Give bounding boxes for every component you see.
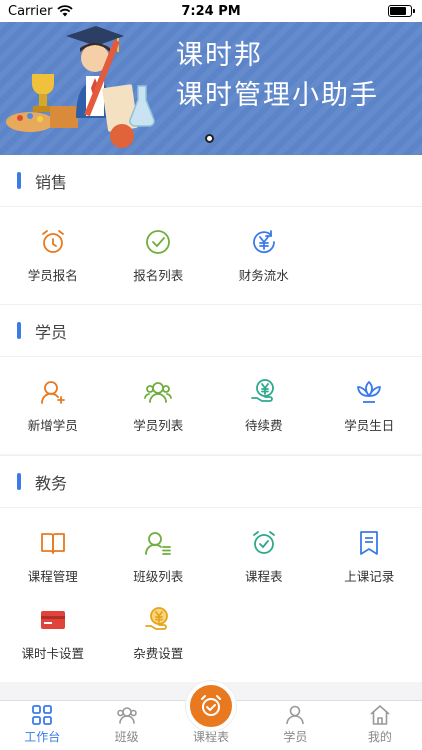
menu-item-course-management[interactable]: 课程管理 xyxy=(0,518,106,595)
alarm-clock-plus-icon xyxy=(41,229,64,253)
menu-item-student-enroll[interactable]: 学员报名 xyxy=(0,217,106,294)
bottom-tab-bar: 工作台 班级 课程表 学员 我的 xyxy=(0,681,422,750)
section-students: 学员 新增学员 学员列表 待续费 学员生日 xyxy=(0,304,422,454)
wifi-icon xyxy=(57,5,74,17)
menu-item-class-card-settings[interactable]: 课时卡设置 xyxy=(0,595,106,672)
alarm-clock-check-icon xyxy=(252,530,275,554)
menu-item-label: 待续费 xyxy=(244,417,283,433)
status-time: 7:24 PM xyxy=(181,3,241,19)
bookmark-icon xyxy=(360,530,379,555)
tab-classes[interactable]: 班级 xyxy=(84,701,168,750)
menu-item-label: 学员生日 xyxy=(344,417,395,433)
banner-subtitle: 课时管理小助手 xyxy=(176,80,379,111)
menu-item-label: 新增学员 xyxy=(27,417,78,433)
menu-item-label: 报名列表 xyxy=(133,267,184,283)
home-icon xyxy=(370,705,390,725)
menu-item-misc-fee-settings[interactable]: 杂费设置 xyxy=(106,595,212,672)
menu-item-enroll-list[interactable]: 报名列表 xyxy=(106,217,212,294)
section-sales: 销售 学员报名 报名列表 财务流水 xyxy=(0,155,422,304)
menu-item-student-birthday[interactable]: 学员生日 xyxy=(317,367,422,444)
menu-item-label: 学员列表 xyxy=(133,417,184,433)
tab-label: 班级 xyxy=(114,730,139,744)
lotus-icon xyxy=(357,380,382,403)
menu-item-label: 杂费设置 xyxy=(133,645,184,661)
banner-carousel[interactable]: 课时邦 课时管理小助手 xyxy=(0,22,422,155)
menu-item-class-list[interactable]: 班级列表 xyxy=(106,518,212,595)
check-circle-icon xyxy=(146,229,171,254)
section-title: 学员 xyxy=(35,322,68,342)
section-marker xyxy=(17,473,21,490)
battery-icon xyxy=(388,5,415,17)
section-header: 学员 xyxy=(0,305,422,357)
user-icon xyxy=(286,705,305,725)
tab-students[interactable]: 学员 xyxy=(253,701,337,750)
section-marker xyxy=(17,172,21,189)
menu-item-label: 课程表 xyxy=(244,568,283,584)
menu-item-pending-renewal[interactable]: 待续费 xyxy=(211,367,317,444)
tab-timetable[interactable]: 课程表 xyxy=(169,681,253,750)
menu-item-label: 财务流水 xyxy=(238,267,289,283)
menu-item-student-list[interactable]: 学员列表 xyxy=(106,367,212,444)
timetable-center-button[interactable] xyxy=(186,681,237,731)
status-bar: Carrier 7:24 PM xyxy=(0,0,422,22)
menu-item-label: 课时卡设置 xyxy=(21,645,84,661)
banner-title: 课时邦 xyxy=(176,40,263,71)
section-title: 销售 xyxy=(35,172,68,192)
section-header: 教务 xyxy=(0,456,422,508)
section-academic: 教务 课程管理 班级列表 课程表 上课记录 课时卡设置 杂费设置 xyxy=(0,455,422,682)
group-icon xyxy=(116,707,137,724)
user-add-icon xyxy=(40,380,65,404)
menu-item-label: 课程管理 xyxy=(27,568,78,584)
menu-item-class-records[interactable]: 上课记录 xyxy=(317,518,422,595)
menu-item-label: 学员报名 xyxy=(27,267,78,283)
banner-illustration xyxy=(6,26,155,148)
menu-item-label: 上课记录 xyxy=(344,568,395,584)
user-group-icon xyxy=(144,381,173,403)
yuan-refresh-icon xyxy=(252,229,275,253)
tab-workbench[interactable]: 工作台 xyxy=(0,701,84,750)
menu-item-add-student[interactable]: 新增学员 xyxy=(0,367,106,444)
tab-label: 工作台 xyxy=(24,730,61,744)
carrier-label: Carrier xyxy=(8,3,53,19)
tab-label: 我的 xyxy=(367,730,392,744)
tab-mine[interactable]: 我的 xyxy=(338,701,422,750)
tab-label: 学员 xyxy=(283,730,308,744)
user-list-icon xyxy=(145,531,172,555)
section-header: 销售 xyxy=(0,155,422,207)
card-icon xyxy=(40,610,65,629)
section-title: 教务 xyxy=(35,473,68,493)
section-marker xyxy=(17,322,21,339)
alarm-clock-icon xyxy=(201,695,222,716)
menu-item-finance-flow[interactable]: 财务流水 xyxy=(211,217,317,294)
carousel-page-indicator[interactable] xyxy=(205,134,214,143)
yuan-hand-icon xyxy=(145,606,169,630)
yuan-hand-icon xyxy=(250,378,274,402)
menu-item-timetable[interactable]: 课程表 xyxy=(211,518,317,595)
menu-item-label: 班级列表 xyxy=(133,568,184,584)
grid-icon xyxy=(32,705,53,725)
book-icon xyxy=(40,532,65,554)
